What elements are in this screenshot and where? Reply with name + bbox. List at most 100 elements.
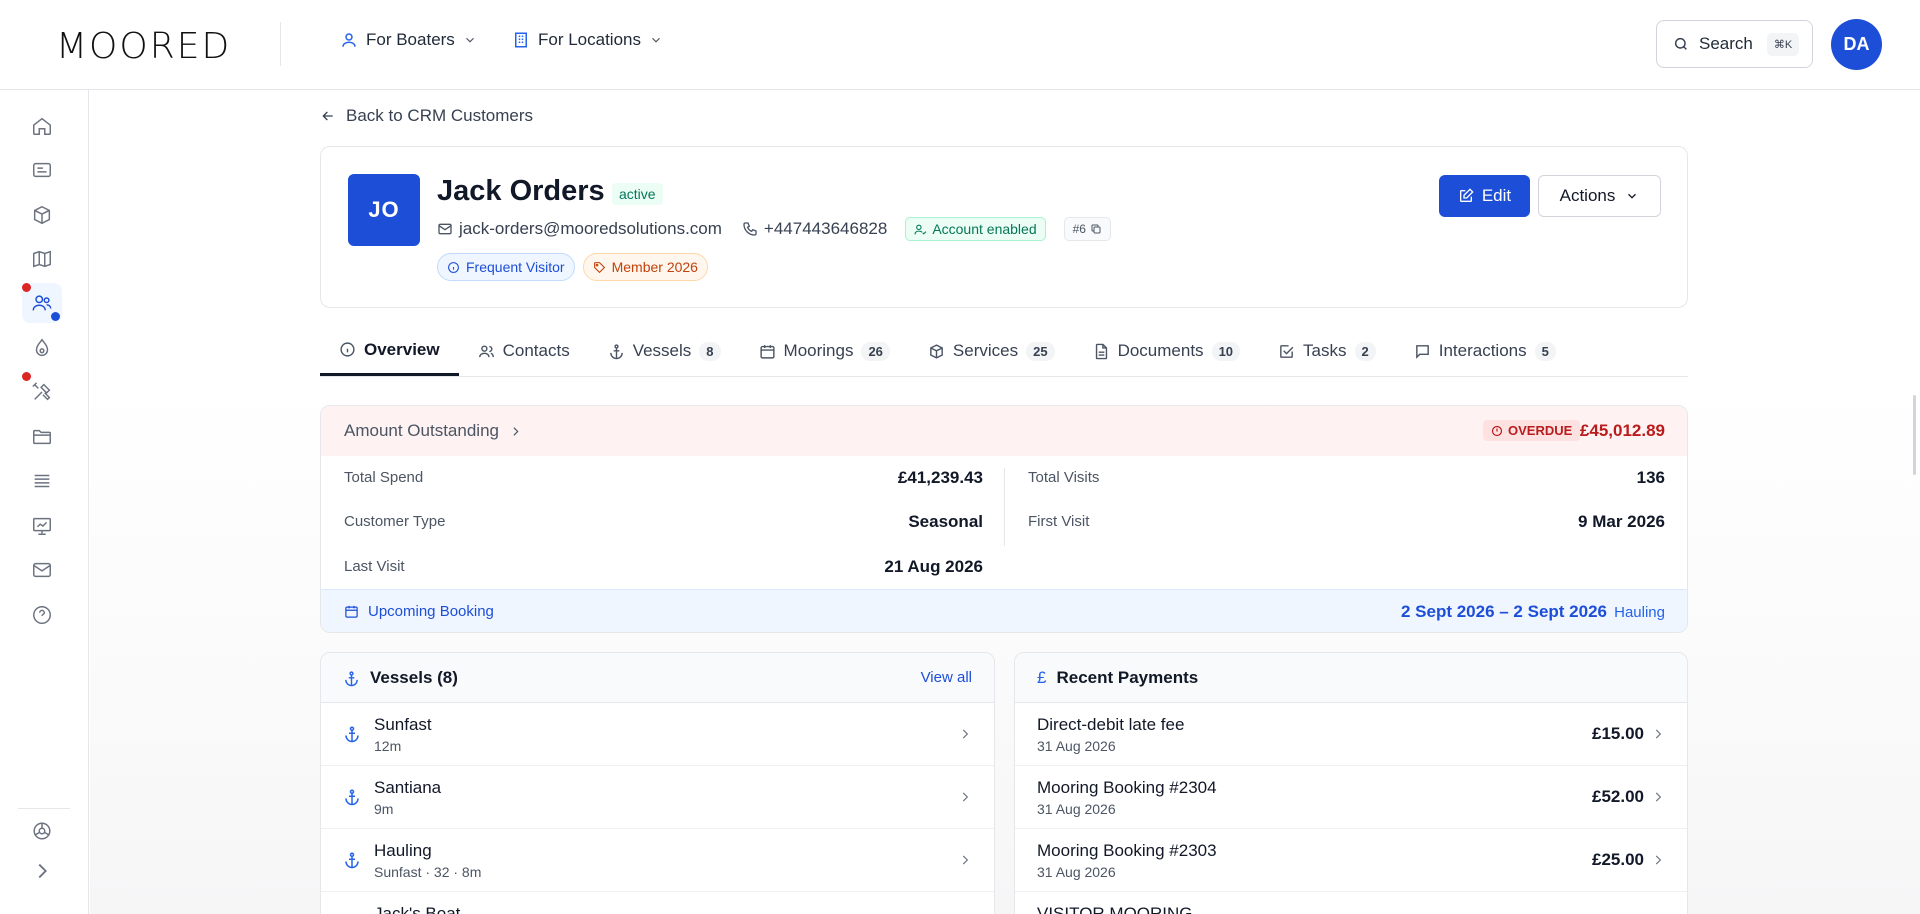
- tab-label: Moorings: [783, 341, 854, 360]
- view-all-vessels-link[interactable]: View all: [921, 669, 972, 686]
- for-boaters-label: For Boaters: [366, 30, 455, 49]
- chevron-right-icon: [1655, 729, 1662, 739]
- upcoming-booking-bar[interactable]: Upcoming Booking 2 Sept 2026 – 2 Sept 20…: [321, 589, 1687, 632]
- total-spend-value: £41,239.43: [897, 468, 983, 487]
- actions-dropdown[interactable]: Actions: [1538, 175, 1661, 217]
- stats-divider: [1004, 468, 1005, 546]
- vessel-details: 12m: [374, 738, 402, 754]
- payment-amount: £25.00: [1592, 850, 1644, 869]
- last-visit-value: 21 Aug 2026: [884, 557, 983, 576]
- anchor-icon: [345, 852, 359, 869]
- vessel-name: Hauling: [374, 841, 432, 860]
- payment-date: 31 Aug 2026: [1037, 864, 1116, 880]
- customer-id: #6: [1072, 222, 1086, 236]
- vessel-name: Santiana: [374, 778, 442, 797]
- tab-interactions[interactable]: Interactions 5: [1395, 326, 1575, 376]
- search-label: Search: [1699, 34, 1753, 53]
- overdue-label: OVERDUE: [1508, 423, 1573, 438]
- customer-type-label: Customer Type: [344, 513, 446, 530]
- payment-row[interactable]: Mooring Booking #2303 31 Aug 2026 £25.00: [1015, 829, 1687, 892]
- tag-label: Member 2026: [611, 259, 698, 275]
- tab-tasks[interactable]: Tasks 2: [1259, 326, 1395, 376]
- tab-services[interactable]: Services 25: [909, 326, 1074, 376]
- contact-row: jack-orders@mooredsolutions.com +4474436…: [437, 217, 1111, 241]
- recent-payments-card: £ Recent Payments Direct-debit late fee …: [1014, 652, 1688, 914]
- page-scrollbar[interactable]: [1913, 395, 1916, 475]
- vessel-row[interactable]: Hauling Sunfast · 32 · 8m: [321, 829, 994, 892]
- info-icon: [448, 261, 459, 273]
- sidebar-item-products[interactable]: [22, 195, 62, 235]
- vessel-details: 9m: [374, 801, 394, 817]
- sidebar-item-utilities[interactable]: [22, 328, 62, 368]
- edit-button[interactable]: Edit: [1439, 175, 1530, 217]
- sidebar-item-messages[interactable]: [22, 550, 62, 590]
- sidebar-item-map[interactable]: [22, 239, 62, 279]
- users-icon: [32, 295, 52, 311]
- tools-icon: [32, 382, 51, 401]
- tab-overview[interactable]: Overview: [320, 326, 459, 376]
- payment-row[interactable]: Direct-debit late fee 31 Aug 2026 £15.00: [1015, 703, 1687, 766]
- payment-row[interactable]: VISITOR MOORING: [1015, 892, 1687, 914]
- calendar-icon: [759, 344, 775, 359]
- for-locations-menu[interactable]: For Locations: [512, 30, 663, 50]
- user-avatar[interactable]: DA: [1831, 19, 1882, 70]
- vessel-row[interactable]: Sunfast 12m: [321, 703, 994, 766]
- sidebar-item-services[interactable]: [22, 372, 62, 412]
- customer-email[interactable]: jack-orders@mooredsolutions.com: [459, 219, 722, 239]
- sidebar-item-dashboard[interactable]: [22, 150, 62, 190]
- tab-documents[interactable]: Documents 10: [1074, 326, 1259, 376]
- customer-id-chip[interactable]: #6: [1063, 217, 1111, 241]
- payment-amount: £52.00: [1592, 787, 1644, 806]
- sidebar-item-customers[interactable]: [22, 283, 62, 323]
- upcoming-booking-label: Upcoming Booking: [368, 603, 494, 620]
- back-to-crm-link[interactable]: Back to CRM Customers: [320, 106, 533, 126]
- top-divider: [280, 22, 281, 66]
- search-icon: [1674, 37, 1687, 50]
- vessel-name: Jack's Boat: [374, 904, 461, 914]
- tag-member[interactable]: Member 2026: [582, 253, 708, 281]
- tab-label: Overview: [364, 339, 440, 359]
- amount-outstanding-header[interactable]: Amount Outstanding OVERDUE £45,012.89: [321, 406, 1687, 456]
- search-button[interactable]: Search ⌘K: [1656, 20, 1813, 68]
- box-icon: [930, 343, 943, 359]
- first-visit-label: First Visit: [1028, 513, 1090, 530]
- chevron-right-icon: [38, 863, 47, 879]
- list-icon: [34, 474, 50, 488]
- tab-moorings[interactable]: Moorings 26: [740, 326, 909, 376]
- vessel-row[interactable]: Jack's Boat: [321, 892, 994, 914]
- sidebar-item-home[interactable]: [22, 106, 62, 146]
- sidebar-item-settings[interactable]: [22, 811, 62, 851]
- chevron-down-icon: [465, 37, 474, 43]
- users-icon: [478, 344, 494, 357]
- tab-vessels[interactable]: Vessels 8: [589, 326, 740, 376]
- sidebar-item-lists[interactable]: [22, 461, 62, 501]
- search-shortcut: ⌘K: [1766, 32, 1800, 56]
- mail-icon: [33, 562, 51, 578]
- account-enabled-label: Account enabled: [932, 221, 1037, 237]
- tab-contacts[interactable]: Contacts: [459, 326, 589, 376]
- sidebar-item-documents[interactable]: [22, 417, 62, 457]
- tab-label: Interactions: [1438, 341, 1527, 360]
- total-spend-label: Total Spend: [344, 469, 424, 486]
- tag-frequent-visitor[interactable]: Frequent Visitor: [437, 253, 575, 281]
- for-boaters-menu[interactable]: For Boaters: [340, 30, 477, 50]
- customer-type-value: Seasonal: [908, 512, 983, 531]
- chevron-down-icon: [1628, 193, 1637, 199]
- chevron-right-icon: [962, 729, 969, 739]
- alert-icon: [1491, 425, 1503, 436]
- sidebar-expand-button[interactable]: [22, 851, 62, 891]
- sidebar: [0, 90, 89, 914]
- sidebar-item-reports[interactable]: [22, 506, 62, 546]
- amount-outstanding-title[interactable]: Amount Outstanding: [344, 421, 522, 441]
- notification-dot: [22, 372, 31, 381]
- payment-row[interactable]: Mooring Booking #2304 31 Aug 2026 £52.00: [1015, 766, 1687, 829]
- user-check-icon: [914, 224, 927, 235]
- customer-header-card: JO Jack Orders active jack-orders@moored…: [320, 146, 1688, 308]
- vessels-card-header: Vessels (8) View all: [321, 653, 994, 703]
- anchor-icon: [345, 789, 359, 806]
- tab-label: Contacts: [502, 341, 570, 360]
- customer-phone[interactable]: +447443646828: [764, 219, 887, 239]
- sidebar-item-help[interactable]: [22, 595, 62, 635]
- vessel-row[interactable]: Santiana 9m: [321, 766, 994, 829]
- moored-logo[interactable]: MOORED: [56, 20, 236, 68]
